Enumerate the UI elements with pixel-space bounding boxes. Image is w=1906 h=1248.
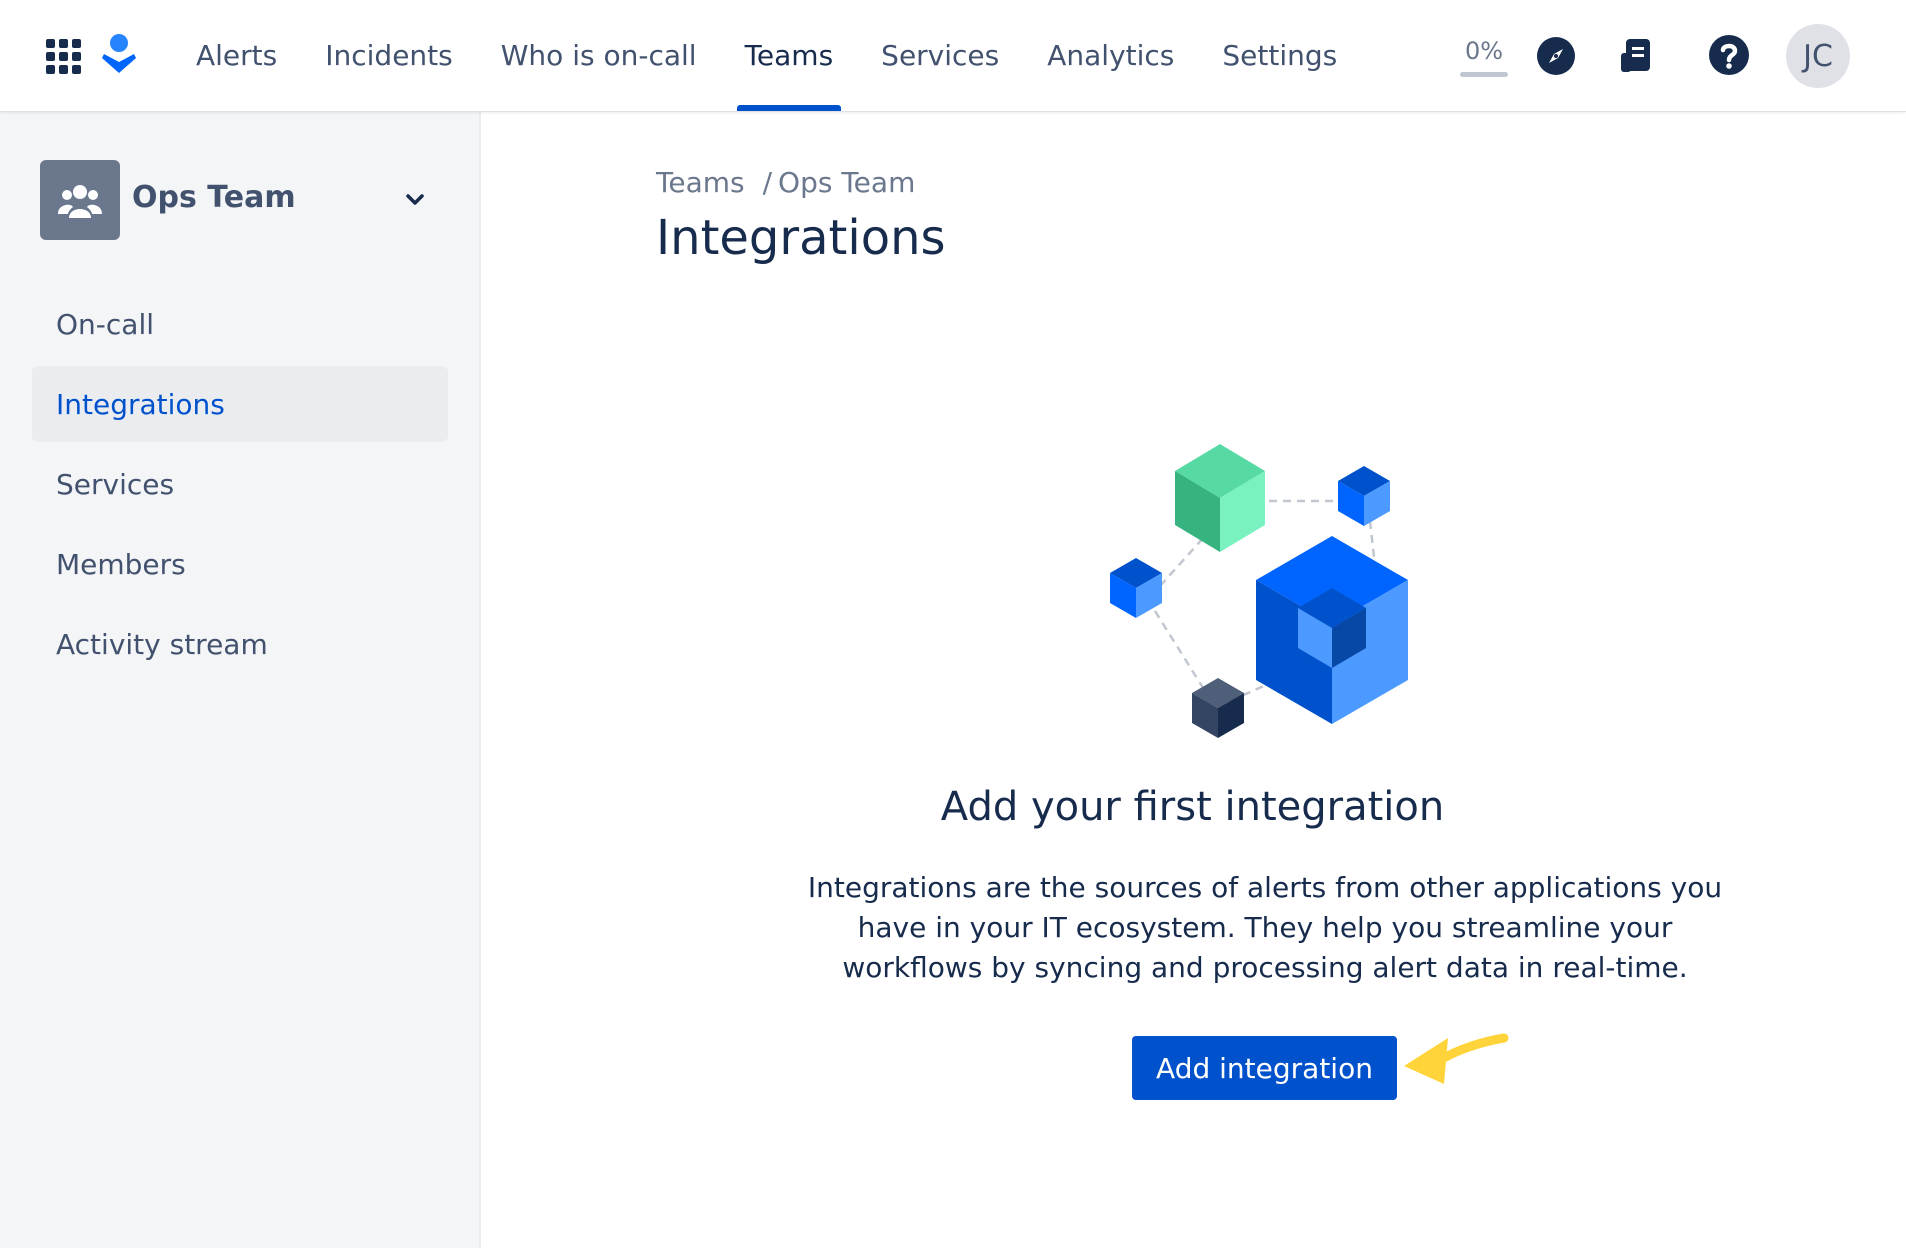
- nav-alerts[interactable]: Alerts: [172, 0, 301, 111]
- help-icon[interactable]: [1708, 34, 1750, 76]
- add-integration-button[interactable]: Add integration: [1132, 1036, 1397, 1100]
- breadcrumb: Teams / Ops Team: [656, 166, 915, 199]
- nav-incidents[interactable]: Incidents: [301, 0, 477, 111]
- team-icon: [40, 160, 120, 240]
- large-blue-cube-icon: [1256, 536, 1408, 724]
- onboarding-progress-bar: [1460, 72, 1508, 77]
- integrations-illustration: [1110, 444, 1408, 738]
- opsgenie-logo-icon[interactable]: [102, 34, 136, 74]
- top-navigation-bar: Alerts Incidents Who is on-call Teams Se…: [0, 0, 1906, 112]
- small-blue-cube-icon: [1110, 558, 1162, 618]
- primary-nav: Alerts Incidents Who is on-call Teams Se…: [172, 0, 1361, 111]
- nav-who-is-on-call[interactable]: Who is on-call: [477, 0, 721, 111]
- dark-cube-icon: [1192, 678, 1244, 738]
- empty-state-title: Add your first integration: [940, 784, 1445, 830]
- onboarding-progress-label: 0%: [1464, 37, 1504, 65]
- empty-state-description: Integrations are the sources of alerts f…: [807, 871, 1723, 984]
- highlight-arrow-icon: [1404, 1033, 1509, 1084]
- team-switcher[interactable]: Ops Team: [40, 160, 440, 240]
- green-cube-icon: [1175, 444, 1265, 552]
- sidebar-item-integrations[interactable]: Integrations: [32, 366, 448, 442]
- nav-teams[interactable]: Teams: [721, 0, 858, 111]
- sidebar-item-services[interactable]: Services: [32, 446, 448, 522]
- nav-services[interactable]: Services: [857, 0, 1023, 111]
- onboarding-progress[interactable]: 0%: [1458, 36, 1510, 77]
- breadcrumb-ops-team[interactable]: Ops Team: [778, 166, 915, 199]
- team-sidebar: Ops Team On-call Integrations Services M…: [0, 112, 481, 1248]
- chevron-down-icon: [406, 194, 424, 205]
- app-switcher-icon[interactable]: [46, 39, 81, 74]
- team-name: Ops Team: [132, 180, 296, 215]
- sidebar-item-on-call[interactable]: On-call: [32, 286, 448, 362]
- sidebar-item-members[interactable]: Members: [32, 526, 448, 602]
- breadcrumb-teams[interactable]: Teams: [656, 166, 745, 199]
- release-notes-icon[interactable]: [1616, 36, 1656, 76]
- sidebar-item-activity-stream[interactable]: Activity stream: [32, 606, 448, 682]
- nav-analytics[interactable]: Analytics: [1023, 0, 1198, 111]
- user-avatar[interactable]: JC: [1786, 24, 1850, 88]
- page-title: Integrations: [656, 210, 946, 266]
- breadcrumb-separator: /: [762, 166, 773, 199]
- nav-settings[interactable]: Settings: [1198, 0, 1361, 111]
- compass-icon[interactable]: [1536, 36, 1576, 76]
- small-blue-cube-icon: [1338, 466, 1390, 526]
